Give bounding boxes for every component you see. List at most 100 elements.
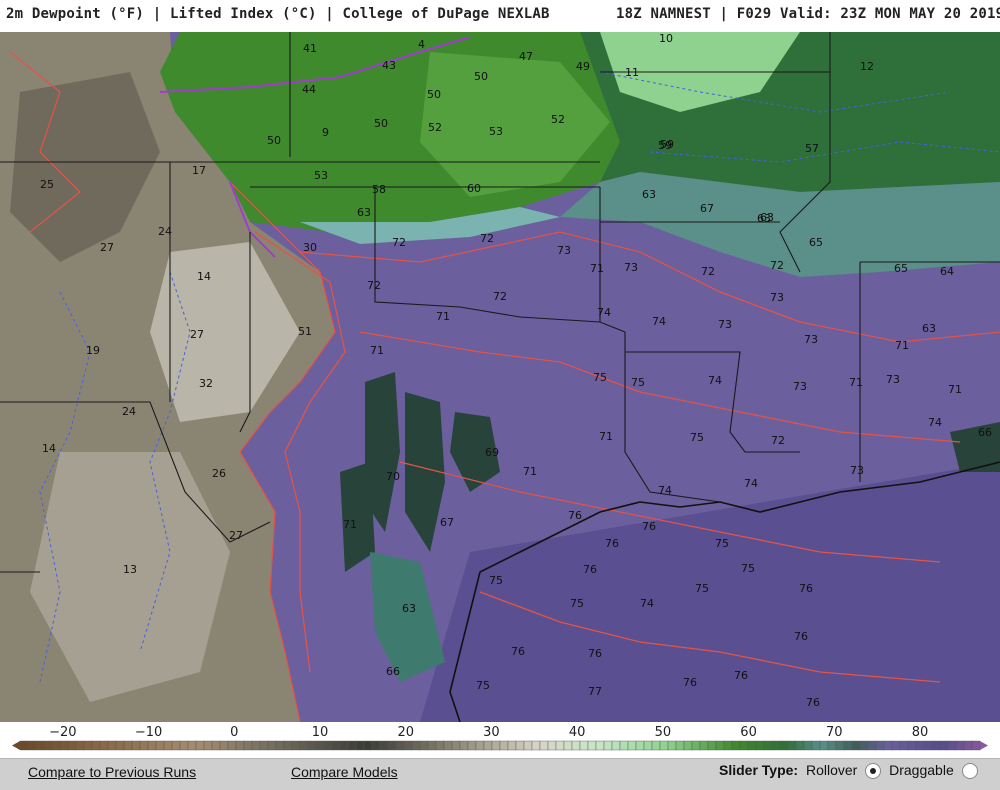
- colorbar-segment: [723, 740, 733, 751]
- colorbar-segment: [59, 740, 69, 751]
- colorbar-segment: [227, 740, 237, 751]
- dewpoint-value-label: 4: [418, 38, 425, 51]
- colorbar-segment: [747, 740, 757, 751]
- colorbar-segment: [123, 740, 133, 751]
- colorbar-segment: [411, 740, 421, 751]
- dewpoint-value-label: 71: [590, 262, 604, 275]
- dewpoint-value-label: 27: [190, 328, 204, 341]
- dewpoint-value-label: 32: [199, 377, 213, 390]
- slider-type-label: Slider Type:: [719, 762, 799, 778]
- dewpoint-value-label: 50: [474, 70, 488, 83]
- colorbar-tick-label: 50: [655, 725, 672, 740]
- colorbar-segment: [531, 740, 541, 751]
- dewpoint-value-label: 52: [551, 113, 565, 126]
- colorbar-segment: [131, 740, 141, 751]
- rollover-option-label: Rollover: [805, 762, 858, 778]
- dewpoint-value-label: 27: [229, 529, 243, 542]
- dewpoint-value-label: 65: [809, 236, 823, 249]
- colorbar-segment: [787, 740, 797, 751]
- compare-models-link[interactable]: Compare Models: [291, 764, 398, 780]
- colorbar-segment: [835, 740, 845, 751]
- dewpoint-value-label: 74: [597, 306, 611, 319]
- colorbar-segment: [539, 740, 549, 751]
- colorbar-segment: [139, 740, 149, 751]
- dewpoint-value-label: 72: [771, 434, 785, 447]
- colorbar-right-arrow: [980, 741, 988, 750]
- colorbar-segment: [811, 740, 821, 751]
- dewpoint-value-label: 43: [382, 59, 396, 72]
- dewpoint-value-label: 11: [625, 66, 639, 79]
- colorbar-segment: [659, 740, 669, 751]
- colorbar-segment: [715, 740, 725, 751]
- colorbar-segment: [91, 740, 101, 751]
- colorbar-segment: [619, 740, 629, 751]
- colorbar-segment: [907, 740, 917, 751]
- dewpoint-value-label: 69: [485, 446, 499, 459]
- colorbar-segment: [667, 740, 677, 751]
- colorbar-segment: [195, 740, 205, 751]
- colorbar-segment: [491, 740, 501, 751]
- dewpoint-value-label: 74: [744, 477, 758, 490]
- colorbar-segment: [739, 740, 749, 751]
- dewpoint-value-label: 53: [489, 125, 503, 138]
- dewpoint-value-label: 63: [357, 206, 371, 219]
- colorbar-segment: [931, 740, 941, 751]
- dewpoint-value-label: 75: [570, 597, 584, 610]
- colorbar-segment: [955, 740, 965, 751]
- colorbar-segment: [499, 740, 509, 751]
- dewpoint-value-label: 65: [894, 262, 908, 275]
- colorbar-segment: [899, 740, 909, 751]
- colorbar-tick-label: 0: [230, 725, 238, 740]
- dewpoint-value-label: 73: [770, 291, 784, 304]
- dewpoint-value-label: 66: [386, 665, 400, 678]
- colorbar-segment: [795, 740, 805, 751]
- draggable-radio[interactable]: [961, 763, 978, 780]
- dewpoint-value-label: 73: [557, 244, 571, 257]
- colorbar-segment: [843, 740, 853, 751]
- dewpoint-value-label: 76: [734, 669, 748, 682]
- colorbar-segment: [859, 740, 869, 751]
- colorbar-segment: [291, 740, 301, 751]
- colorbar-segment: [971, 740, 981, 751]
- colorbar-segment: [571, 740, 581, 751]
- storm-cell-4: [340, 462, 375, 572]
- weather-map[interactable]: 41 43 44 4 47 49 50 50 50 9 50 52 53 52 59 25 17 24 27 14 27…: [0, 32, 1000, 722]
- colorbar-tick-label: 30: [483, 725, 500, 740]
- colorbar-segment: [403, 740, 413, 751]
- colorbar-segment: [203, 740, 213, 751]
- colorbar-segment: [347, 740, 357, 751]
- colorbar-segment: [51, 740, 61, 751]
- dewpoint-value-label: 14: [197, 270, 211, 283]
- colorbar-segment: [307, 740, 317, 751]
- dewpoint-value-label: 75: [690, 431, 704, 444]
- dewpoint-value-label: 57: [805, 142, 819, 155]
- colorbar-tick-label: 60: [740, 725, 757, 740]
- colorbar-segment: [683, 740, 693, 751]
- colorbar-segment: [171, 740, 181, 751]
- colorbar-tick-label: −10: [135, 725, 162, 740]
- slider-type-control: Slider Type: Rollover Draggable: [719, 762, 982, 780]
- map-header: 2m Dewpoint (°F) | Lifted Index (°C) | C…: [0, 0, 1000, 32]
- colorbar-segment: [963, 740, 973, 751]
- colorbar-tick-label: −20: [49, 725, 76, 740]
- colorbar-segment: [867, 740, 877, 751]
- colorbar-segment: [883, 740, 893, 751]
- dewpoint-value-label: 63: [922, 322, 936, 335]
- colorbar-segment: [803, 740, 813, 751]
- colorbar-segment: [587, 740, 597, 751]
- dewpoint-value-label: 72: [701, 265, 715, 278]
- dewpoint-value-label: 74: [928, 416, 942, 429]
- dewpoint-value-label: 76: [794, 630, 808, 643]
- dewpoint-value-label: 49: [576, 60, 590, 73]
- colorbar-segment: [547, 740, 557, 751]
- colorbar-segment: [419, 740, 429, 751]
- colorbar-segment: [243, 740, 253, 751]
- dewpoint-value-label: 76: [511, 645, 525, 658]
- dewpoint-value-label: 64: [940, 265, 954, 278]
- dewpoint-colorbar: −20 −10 0 10 20 30 40 50 60 70 80: [0, 722, 1000, 758]
- colorbar-segment: [275, 740, 285, 751]
- dewpoint-value-label: 71: [948, 383, 962, 396]
- rollover-radio[interactable]: [865, 763, 882, 780]
- compare-previous-runs-link[interactable]: Compare to Previous Runs: [28, 764, 196, 780]
- colorbar-segment: [107, 740, 117, 751]
